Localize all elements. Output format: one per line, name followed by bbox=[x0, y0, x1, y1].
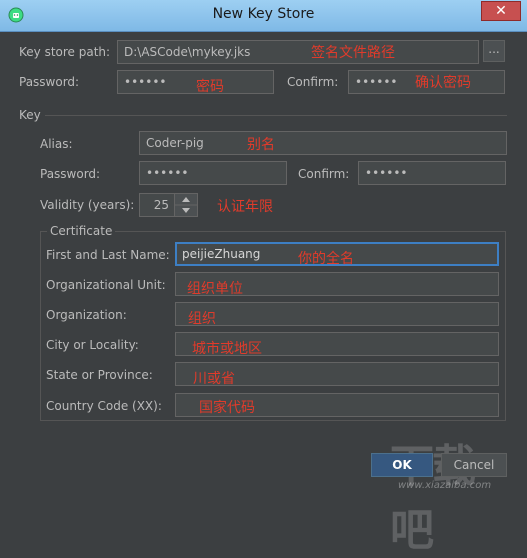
validity-label: Validity (years): bbox=[40, 198, 135, 212]
organization-label: Organization: bbox=[46, 308, 127, 322]
annotation-country: 国家代码 bbox=[199, 400, 255, 416]
annotation-validity: 认证年限 bbox=[217, 199, 273, 215]
window-title: New Key Store bbox=[212, 6, 315, 22]
annotation-confirm: 确认密码 bbox=[415, 75, 471, 91]
annotation-org: 组织 bbox=[188, 311, 216, 327]
key-password-label: Password: bbox=[40, 167, 101, 181]
annotation-state: 川或省 bbox=[193, 371, 235, 387]
close-button[interactable]: ✕ bbox=[481, 1, 521, 21]
state-label: State or Province: bbox=[46, 368, 153, 382]
watermark-url: www.xiazaiba.com bbox=[398, 480, 492, 491]
key-password-input[interactable]: •••••• bbox=[139, 161, 287, 185]
org-unit-label: Organizational Unit: bbox=[46, 278, 166, 292]
key-confirm-input[interactable]: •••••• bbox=[358, 161, 506, 185]
country-code-label: Country Code (XX): bbox=[46, 399, 162, 413]
certificate-group-label: Certificate bbox=[47, 224, 116, 238]
annotation-org-unit: 组织单位 bbox=[187, 281, 243, 297]
key-store-path-label: Key store path: bbox=[19, 45, 111, 59]
key-section-divider bbox=[45, 115, 507, 116]
alias-label: Alias: bbox=[40, 137, 73, 151]
cancel-button[interactable]: Cancel bbox=[441, 453, 507, 477]
browse-button[interactable]: ... bbox=[483, 40, 505, 62]
first-last-name-label: First and Last Name: bbox=[46, 248, 170, 262]
annotation-password: 密码 bbox=[196, 79, 224, 95]
annotation-city: 城市或地区 bbox=[192, 341, 262, 357]
annotation-alias: 别名 bbox=[247, 137, 275, 153]
annotation-name: 你的全名 bbox=[298, 251, 354, 267]
validity-input[interactable]: 25 bbox=[139, 193, 175, 217]
organization-input[interactable] bbox=[175, 302, 499, 326]
city-label: City or Locality: bbox=[46, 338, 139, 352]
alias-input[interactable]: Coder-pig bbox=[139, 131, 507, 155]
validity-spinner[interactable] bbox=[174, 193, 198, 217]
annotation-path: 签名文件路径 bbox=[311, 45, 395, 61]
key-section-label: Key bbox=[19, 108, 41, 122]
ok-button[interactable]: OK bbox=[371, 453, 433, 477]
key-store-path-input[interactable]: D:\ASCode\mykey.jks bbox=[117, 40, 479, 64]
keystore-confirm-label: Confirm: bbox=[287, 75, 339, 89]
keystore-password-label: Password: bbox=[19, 75, 80, 89]
key-confirm-label: Confirm: bbox=[298, 167, 350, 181]
